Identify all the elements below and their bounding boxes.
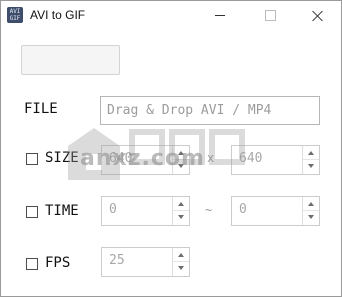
height-decrement-button[interactable] bbox=[302, 160, 319, 174]
minimize-button[interactable] bbox=[197, 1, 243, 31]
end-time-increment-button[interactable] bbox=[302, 197, 319, 211]
end-time-value: 0 bbox=[239, 202, 247, 217]
time-checkbox[interactable] bbox=[26, 206, 38, 218]
end-time-stepper[interactable]: 0 bbox=[231, 196, 320, 226]
fps-value: 25 bbox=[109, 253, 125, 268]
window-title: AVI to GIF bbox=[30, 8, 86, 22]
arrow-up-icon bbox=[308, 202, 314, 206]
size-label: SIZE bbox=[45, 150, 79, 166]
size-checkbox[interactable] bbox=[26, 153, 38, 165]
watermark-text: anxz.com bbox=[80, 146, 205, 171]
start-time-decrement-button[interactable] bbox=[172, 211, 189, 225]
time-separator: ~ bbox=[205, 203, 213, 217]
fps-increment-button[interactable] bbox=[172, 248, 189, 262]
start-time-value: 0 bbox=[109, 202, 117, 217]
maximize-button[interactable] bbox=[247, 1, 293, 31]
arrow-down-icon bbox=[178, 266, 184, 270]
app-icon: AVI GIF bbox=[7, 7, 23, 23]
blank-button[interactable] bbox=[21, 45, 120, 75]
size-separator: x bbox=[207, 151, 215, 165]
height-value: 640 bbox=[239, 151, 263, 166]
arrow-up-icon bbox=[308, 151, 314, 155]
height-stepper[interactable]: 640 bbox=[231, 145, 320, 175]
arrow-up-icon bbox=[178, 253, 184, 257]
start-time-increment-button[interactable] bbox=[172, 197, 189, 211]
time-label: TIME bbox=[45, 203, 79, 219]
fps-decrement-button[interactable] bbox=[172, 262, 189, 276]
file-label: FILE bbox=[24, 101, 58, 117]
fps-label: FPS bbox=[45, 255, 71, 271]
start-time-stepper[interactable]: 0 bbox=[101, 196, 190, 226]
fps-stepper[interactable]: 25 bbox=[101, 247, 190, 277]
arrow-up-icon bbox=[178, 202, 184, 206]
minimize-icon bbox=[215, 15, 225, 16]
fps-checkbox[interactable] bbox=[26, 258, 38, 270]
arrow-down-icon bbox=[308, 215, 314, 219]
file-drop-input[interactable]: Drag & Drop AVI / MP4 bbox=[100, 96, 320, 125]
arrow-down-icon bbox=[308, 164, 314, 168]
maximize-icon bbox=[265, 10, 276, 21]
arrow-down-icon bbox=[178, 215, 184, 219]
close-button[interactable] bbox=[295, 1, 341, 31]
title-bar[interactable]: AVI GIF AVI to GIF bbox=[1, 1, 341, 31]
height-increment-button[interactable] bbox=[302, 146, 319, 160]
end-time-decrement-button[interactable] bbox=[302, 211, 319, 225]
